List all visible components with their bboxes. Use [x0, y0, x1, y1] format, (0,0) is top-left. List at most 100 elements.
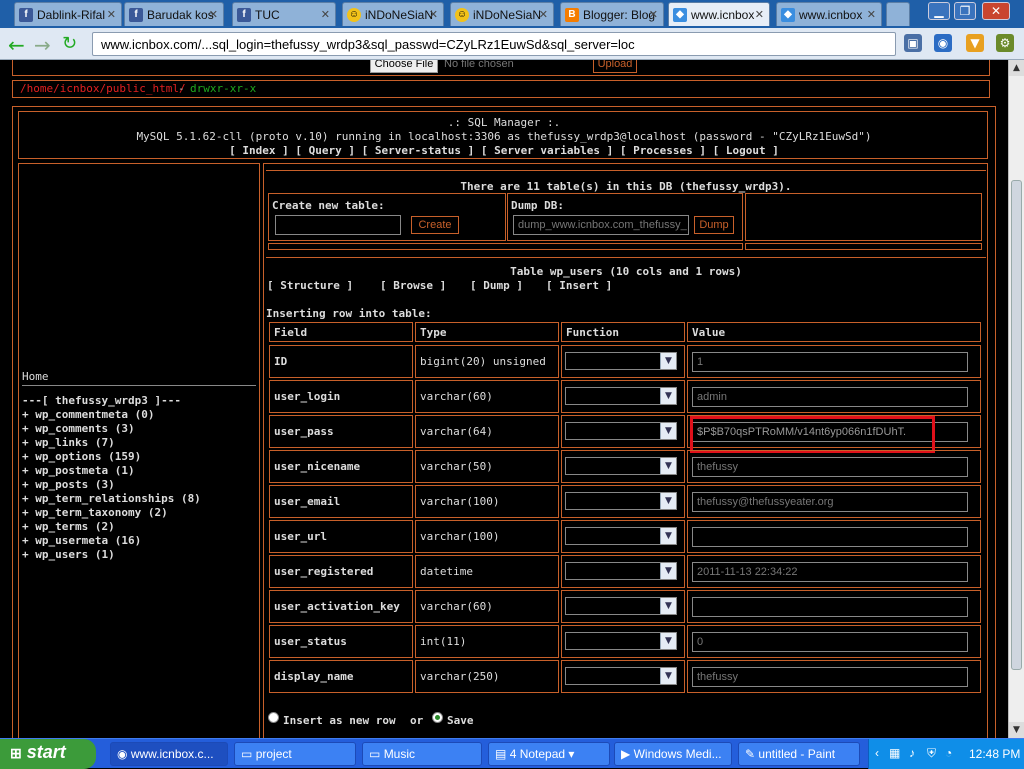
back-arrow-icon[interactable]: ←: [8, 33, 25, 57]
task-media-player[interactable]: ▶ Windows Medi...: [614, 742, 732, 766]
tab-2[interactable]: f Barudak kos ✕: [124, 2, 224, 26]
current-path-link[interactable]: /home/icnbox/public_html/: [20, 82, 186, 95]
dump-button[interactable]: Dump: [694, 216, 734, 234]
function-select[interactable]: ▼: [565, 457, 677, 475]
tab-5[interactable]: ☺ iNDoNeSiaN ✕: [450, 2, 554, 26]
new-table-name-input[interactable]: [275, 215, 401, 235]
tab-7-active[interactable]: ◆ www.icnbox ✕: [668, 2, 770, 26]
eye-extension-icon[interactable]: ◉: [934, 34, 952, 52]
value-input[interactable]: [692, 527, 968, 547]
wrench-icon[interactable]: ⚙: [996, 34, 1014, 52]
function-select[interactable]: ▼: [565, 352, 677, 370]
tray-expand-icon[interactable]: ‹: [875, 746, 879, 760]
nav-server-status[interactable]: [ Server-status ]: [362, 144, 475, 157]
clock[interactable]: 12:48 PM: [969, 747, 1020, 761]
nav-index[interactable]: [ Index ]: [229, 144, 289, 157]
update-icon[interactable]: ◔: [945, 746, 952, 760]
reload-icon[interactable]: ↻: [62, 33, 77, 54]
scroll-down-arrow-icon[interactable]: ▼: [1009, 722, 1024, 738]
task-notepad-group[interactable]: ▤ 4 Notepad ▾: [488, 742, 610, 766]
sidebar-table-item[interactable]: + wp_commentmeta (0): [22, 408, 154, 421]
sidebar-table-item[interactable]: + wp_links (7): [22, 436, 115, 449]
minimize-icon[interactable]: ▁: [928, 2, 950, 20]
scroll-thumb[interactable]: [1011, 180, 1022, 670]
task-music-folder[interactable]: ▭ Music: [362, 742, 482, 766]
nav-server-variables[interactable]: [ Server variables ]: [481, 144, 613, 157]
paint-icon: ✎: [745, 747, 756, 761]
function-select[interactable]: ▼: [565, 667, 677, 685]
sidebar-table-item[interactable]: + wp_term_taxonomy (2): [22, 506, 168, 519]
close-tab-icon[interactable]: ✕: [755, 8, 764, 21]
scroll-up-arrow-icon[interactable]: ▲: [1009, 60, 1024, 76]
new-tab-button[interactable]: [886, 2, 910, 26]
task-paint[interactable]: ✎ untitled - Paint: [738, 742, 860, 766]
nav-processes[interactable]: [ Processes ]: [620, 144, 706, 157]
value-input[interactable]: 2011-11-13 22:34:22: [692, 562, 968, 582]
value-input[interactable]: 1: [692, 352, 968, 372]
function-select[interactable]: ▼: [565, 387, 677, 405]
tab-8[interactable]: ◆ www.icnbox ✕: [776, 2, 882, 26]
function-select[interactable]: ▼: [565, 562, 677, 580]
create-button[interactable]: Create: [411, 216, 459, 234]
tab-3[interactable]: f TUC ✕: [232, 2, 336, 26]
close-tab-icon[interactable]: ✕: [539, 8, 548, 21]
shield-icon[interactable]: ⛨: [927, 746, 936, 761]
close-tab-icon[interactable]: ✕: [429, 8, 438, 21]
sidebar-table-item[interactable]: + wp_comments (3): [22, 422, 135, 435]
sidebar-table-item[interactable]: + wp_posts (3): [22, 478, 115, 491]
tab-1[interactable]: f Dablink-Rifal ✕: [14, 2, 122, 26]
insert-new-row-radio[interactable]: [268, 712, 279, 723]
sidebar-table-item[interactable]: + wp_postmeta (1): [22, 464, 135, 477]
sidebar-home-link[interactable]: Home: [22, 370, 49, 383]
forward-arrow-icon[interactable]: →: [34, 33, 51, 57]
sidebar-table-item[interactable]: + wp_term_relationships (8): [22, 492, 201, 505]
field-name-cell: display_name: [269, 660, 413, 693]
action-browse[interactable]: [ Browse ]: [380, 279, 446, 292]
extension-icon[interactable]: ▣: [904, 34, 922, 52]
function-select[interactable]: ▼: [565, 597, 677, 615]
value-input[interactable]: thefussy@thefussyeater.org: [692, 492, 968, 512]
sidebar-table-item[interactable]: + wp_users (1): [22, 548, 115, 561]
vpn-extension-icon[interactable]: ▼: [966, 34, 984, 52]
network-icon[interactable]: ▦: [889, 746, 900, 760]
action-insert[interactable]: [ Insert ]: [546, 279, 612, 292]
close-tab-icon[interactable]: ✕: [649, 8, 658, 21]
sidebar-table-item[interactable]: + wp_options (159): [22, 450, 141, 463]
upload-button[interactable]: Upload: [593, 60, 637, 73]
save-radio[interactable]: [432, 712, 443, 723]
column-header-type: Type: [415, 322, 559, 342]
close-tab-icon[interactable]: ✕: [209, 8, 218, 21]
or-label: or: [410, 714, 424, 727]
chevron-down-icon: ▼: [660, 563, 676, 579]
restore-icon[interactable]: ❐: [954, 2, 976, 20]
function-select[interactable]: ▼: [565, 527, 677, 545]
action-structure[interactable]: [ Structure ]: [267, 279, 353, 292]
value-input[interactable]: admin: [692, 387, 968, 407]
value-input[interactable]: 0: [692, 632, 968, 652]
speaker-icon[interactable]: ♪: [909, 746, 915, 760]
start-button[interactable]: ⊞ start: [0, 739, 96, 769]
nav-logout[interactable]: [ Logout ]: [713, 144, 779, 157]
value-input[interactable]: [692, 597, 968, 617]
sidebar-table-item[interactable]: + wp_usermeta (16): [22, 534, 141, 547]
choose-file-button[interactable]: Choose File: [370, 60, 438, 73]
value-input[interactable]: thefussy: [692, 667, 968, 687]
close-window-icon[interactable]: ✕: [982, 2, 1010, 20]
tab-6[interactable]: B Blogger: Blog ✕: [560, 2, 664, 26]
action-dump[interactable]: [ Dump ]: [470, 279, 523, 292]
close-tab-icon[interactable]: ✕: [107, 8, 116, 21]
function-select[interactable]: ▼: [565, 422, 677, 440]
function-select[interactable]: ▼: [565, 492, 677, 510]
task-browser[interactable]: ◉ www.icnbox.c...: [110, 742, 228, 766]
dump-filename-input[interactable]: dump_www.icnbox.com_thefussy_: [513, 215, 689, 235]
page-scrollbar[interactable]: ▲ ▼: [1008, 60, 1024, 738]
task-project-folder[interactable]: ▭ project: [234, 742, 356, 766]
sidebar-table-item[interactable]: + wp_terms (2): [22, 520, 115, 533]
function-select[interactable]: ▼: [565, 632, 677, 650]
address-bar[interactable]: www.icnbox.com/...sql_login=thefussy_wrd…: [92, 32, 896, 56]
close-tab-icon[interactable]: ✕: [867, 8, 876, 21]
tab-4[interactable]: ☺ iNDoNeSiaN ✕: [342, 2, 444, 26]
close-tab-icon[interactable]: ✕: [321, 8, 330, 21]
value-input[interactable]: thefussy: [692, 457, 968, 477]
nav-query[interactable]: [ Query ]: [295, 144, 355, 157]
